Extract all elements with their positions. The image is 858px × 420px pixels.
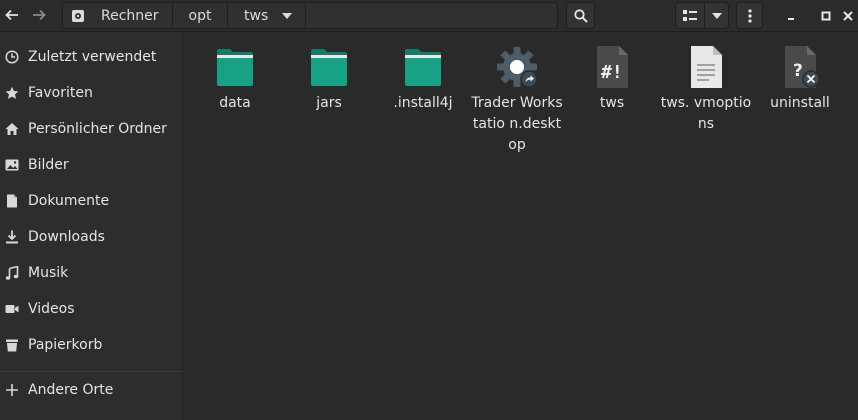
trash-icon bbox=[5, 338, 19, 352]
view-options-button[interactable] bbox=[704, 2, 729, 29]
drive-icon bbox=[72, 9, 84, 22]
sidebar-item-label: Zuletzt verwendet bbox=[28, 49, 157, 65]
svg-text:#!: #! bbox=[601, 62, 623, 83]
script-file-icon: #! bbox=[597, 46, 628, 88]
breadcrumb-label: Rechner bbox=[101, 7, 159, 24]
view-mode-button[interactable] bbox=[675, 2, 705, 29]
folder-icon bbox=[217, 49, 253, 86]
minimize-icon bbox=[788, 18, 794, 20]
list-view-icon bbox=[683, 9, 697, 21]
sidebar-item-documents[interactable]: Dokumente bbox=[0, 183, 183, 219]
file-name: tws bbox=[599, 95, 625, 111]
kebab-menu-icon bbox=[747, 8, 752, 23]
desktop-launcher-icon bbox=[497, 47, 538, 88]
file-item-install4j[interactable]: .install4j bbox=[375, 45, 471, 114]
svg-text:?: ? bbox=[793, 61, 803, 81]
star-icon bbox=[5, 86, 19, 100]
file-name: jars bbox=[316, 95, 342, 111]
file-item-data[interactable]: data bbox=[187, 45, 283, 114]
close-button[interactable] bbox=[840, 8, 856, 24]
breadcrumb-tws[interactable]: tws bbox=[228, 3, 306, 28]
file-view: data jars .install4j Trader Workstatio n… bbox=[184, 33, 858, 420]
file-name: uninstall bbox=[770, 95, 830, 111]
music-icon bbox=[5, 266, 19, 280]
file-name: tws. vmoptions bbox=[660, 95, 752, 132]
header-bar: Rechner opt tws bbox=[0, 0, 858, 32]
file-item-trader-workstation-desktop[interactable]: Trader Workstatio n.desktop bbox=[469, 45, 565, 156]
sidebar-item-label: Favoriten bbox=[28, 85, 93, 101]
sidebar-item-label: Andere Orte bbox=[28, 382, 114, 398]
plus-icon bbox=[5, 383, 19, 397]
video-icon bbox=[5, 302, 19, 316]
maximize-icon bbox=[821, 11, 831, 21]
sidebar-item-recent[interactable]: Zuletzt verwendet bbox=[0, 39, 183, 75]
minimize-button[interactable] bbox=[783, 8, 799, 24]
main-menu-button[interactable] bbox=[736, 2, 763, 29]
path-bar: Rechner opt tws bbox=[62, 2, 558, 29]
forward-button[interactable] bbox=[27, 3, 51, 27]
file-item-uninstall[interactable]: ? uninstall bbox=[752, 45, 848, 114]
search-button[interactable] bbox=[566, 2, 595, 29]
sidebar-item-label: Videos bbox=[28, 301, 75, 317]
arrow-right-icon bbox=[33, 9, 46, 21]
file-item-tws[interactable]: #! tws bbox=[564, 45, 660, 114]
back-button[interactable] bbox=[0, 3, 24, 27]
chevron-down-icon bbox=[282, 12, 293, 19]
folder-icon bbox=[405, 49, 441, 86]
sidebar-item-favorites[interactable]: Favoriten bbox=[0, 75, 183, 111]
close-icon bbox=[843, 11, 853, 21]
file-name: data bbox=[219, 95, 251, 111]
download-icon bbox=[5, 230, 19, 244]
clock-icon bbox=[5, 50, 19, 64]
breadcrumb-opt[interactable]: opt bbox=[173, 3, 228, 28]
breadcrumb-rechner[interactable]: Rechner bbox=[63, 3, 173, 28]
sidebar-item-label: Persönlicher Ordner bbox=[28, 121, 167, 137]
home-icon bbox=[5, 122, 19, 136]
sidebar-item-trash[interactable]: Papierkorb bbox=[0, 327, 183, 363]
sidebar-item-videos[interactable]: Videos bbox=[0, 291, 183, 327]
sidebar-item-other-locations[interactable]: Andere Orte bbox=[0, 372, 183, 408]
sidebar-item-label: Bilder bbox=[28, 157, 69, 173]
breadcrumb-label: opt bbox=[188, 7, 212, 24]
sidebar-item-home[interactable]: Persönlicher Ordner bbox=[0, 111, 183, 147]
sidebar-item-pictures[interactable]: Bilder bbox=[0, 147, 183, 183]
document-icon bbox=[5, 194, 19, 208]
file-item-tws-vmoptions[interactable]: tws. vmoptions bbox=[658, 45, 754, 135]
arrow-left-icon bbox=[5, 9, 18, 21]
file-item-jars[interactable]: jars bbox=[281, 45, 377, 114]
sidebar-item-music[interactable]: Musik bbox=[0, 255, 183, 291]
maximize-button[interactable] bbox=[818, 8, 834, 24]
sidebar: Zuletzt verwendet Favoriten Persönlicher… bbox=[0, 33, 183, 420]
sidebar-item-label: Musik bbox=[28, 265, 69, 281]
unknown-file-icon: ? bbox=[785, 46, 820, 88]
chevron-down-icon bbox=[711, 12, 722, 19]
sidebar-item-downloads[interactable]: Downloads bbox=[0, 219, 183, 255]
sidebar-item-label: Papierkorb bbox=[28, 337, 103, 353]
file-name: .install4j bbox=[393, 95, 453, 111]
search-icon bbox=[573, 8, 588, 23]
image-icon bbox=[5, 158, 19, 172]
text-file-icon bbox=[691, 46, 722, 88]
file-name: Trader Workstatio n.desktop bbox=[471, 95, 563, 153]
sidebar-item-label: Dokumente bbox=[28, 193, 110, 209]
folder-icon bbox=[311, 49, 347, 86]
sidebar-item-label: Downloads bbox=[28, 229, 105, 245]
breadcrumb-label: tws bbox=[244, 7, 269, 24]
